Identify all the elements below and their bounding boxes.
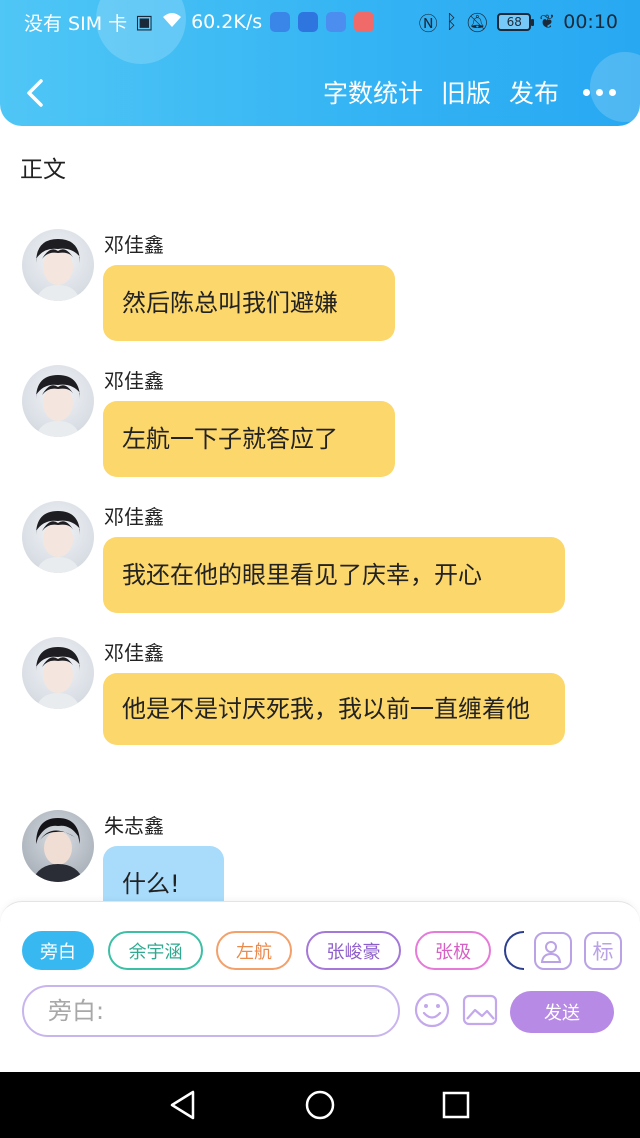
role-chip-yu-yuhan[interactable]: 余宇涵 (108, 931, 203, 970)
bluetooth-icon: ᛒ (445, 11, 458, 33)
sender-name: 邓佳鑫 (104, 505, 164, 529)
person-avatar-icon (36, 239, 80, 301)
top-nav: 字数统计 旧版 发布 (0, 62, 640, 122)
tag-button[interactable]: 标 (584, 932, 622, 970)
message-bubble[interactable]: 我还在他的眼里看见了庆幸，开心 (103, 537, 565, 613)
carrier-label: 没有 SIM 卡 (24, 12, 128, 35)
role-chip-zhang-ji[interactable]: 张极 (415, 931, 491, 970)
person-avatar-icon (32, 818, 84, 882)
network-speed: 60.2K/s (191, 11, 263, 33)
header: 没有 SIM 卡 ▣ 60.2K/s Ⓝ ᛒ 🔕︎ 68 ❦ 00:10 字数统… (0, 0, 640, 126)
composer-panel: 旁白 余宇涵 左航 张峻豪 张极 标 发送 (0, 901, 640, 1072)
person-avatar-icon (36, 375, 80, 437)
triangle-back-icon (170, 1090, 195, 1120)
more-options-button[interactable] (583, 77, 616, 107)
more-dot-icon (609, 88, 616, 96)
clock-time: 00:10 (563, 11, 618, 33)
word-count-button[interactable]: 字数统计 (323, 74, 423, 110)
square-recents-icon (442, 1091, 470, 1119)
chat-message: 邓佳鑫 我还在他的眼里看见了庆幸，开心 (22, 501, 582, 613)
person-add-icon (540, 941, 562, 963)
message-bubble[interactable]: 什么! (103, 846, 224, 901)
nfc-icon: Ⓝ (418, 12, 438, 35)
sender-name: 邓佳鑫 (104, 233, 164, 257)
bulb-app-icon (298, 12, 319, 32)
system-back-button[interactable] (167, 1089, 199, 1121)
status-bar: 没有 SIM 卡 ▣ 60.2K/s Ⓝ ᛒ 🔕︎ 68 ❦ 00:10 (0, 0, 640, 44)
role-chip-zhang-junhao[interactable]: 张峻豪 (306, 931, 401, 970)
system-home-button[interactable] (304, 1089, 336, 1121)
role-chip-zuo-hang[interactable]: 左航 (216, 931, 292, 970)
section-title: 正文 (20, 157, 66, 183)
publish-button[interactable]: 发布 (509, 74, 559, 110)
cloud-app-icon (326, 12, 347, 32)
chat-message: 邓佳鑫 左航一下子就答应了 (22, 365, 582, 477)
system-recents-button[interactable] (440, 1089, 472, 1121)
image-icon (462, 994, 498, 1026)
avatar[interactable] (22, 365, 94, 437)
role-chip-narration[interactable]: 旁白 (22, 931, 94, 970)
image-button[interactable] (461, 991, 499, 1029)
emoji-button[interactable] (413, 991, 451, 1029)
chat-message: 朱志鑫 什么! (22, 810, 582, 901)
role-chip-partial[interactable] (504, 931, 524, 970)
circle-home-icon (305, 1090, 335, 1120)
message-bubble[interactable]: 他是不是讨厌死我，我以前一直缠着他 (103, 673, 565, 745)
leaf-icon: ❦ (539, 11, 556, 33)
sender-name: 朱志鑫 (104, 814, 164, 838)
emoji-icon (414, 992, 450, 1028)
battery-icon: 68 (497, 13, 535, 31)
tag-label: 标 (592, 940, 614, 964)
message-input[interactable] (22, 985, 400, 1037)
sender-name: 邓佳鑫 (104, 641, 164, 665)
back-button[interactable] (20, 76, 54, 110)
old-version-button[interactable]: 旧版 (441, 74, 491, 110)
message-bubble[interactable]: 然后陈总叫我们避嫌 (103, 265, 395, 341)
send-button[interactable]: 发送 (510, 991, 614, 1033)
wifi-icon (161, 11, 183, 34)
system-nav-bar (0, 1072, 640, 1138)
avatar[interactable] (22, 637, 94, 709)
chat-message: 邓佳鑫 他是不是讨厌死我，我以前一直缠着他 (22, 637, 582, 787)
sim-alert-icon: ▣ (135, 11, 154, 33)
chat-message: 邓佳鑫 然后陈总叫我们避嫌 (22, 229, 582, 341)
more-dot-icon (583, 88, 590, 96)
avatar[interactable] (22, 810, 94, 882)
sender-name: 邓佳鑫 (104, 369, 164, 393)
mute-icon: 🔕︎ (465, 11, 490, 34)
person-avatar-icon (36, 511, 80, 573)
weather-app-icon (270, 12, 291, 32)
person-avatar-icon (36, 647, 80, 709)
chevron-left-icon (27, 79, 43, 107)
avatar[interactable] (22, 501, 94, 573)
more-dot-icon (596, 88, 603, 96)
add-role-button[interactable] (534, 932, 572, 970)
message-bubble[interactable]: 左航一下子就答应了 (103, 401, 395, 477)
avatar[interactable] (22, 229, 94, 301)
book-app-icon (354, 12, 375, 32)
